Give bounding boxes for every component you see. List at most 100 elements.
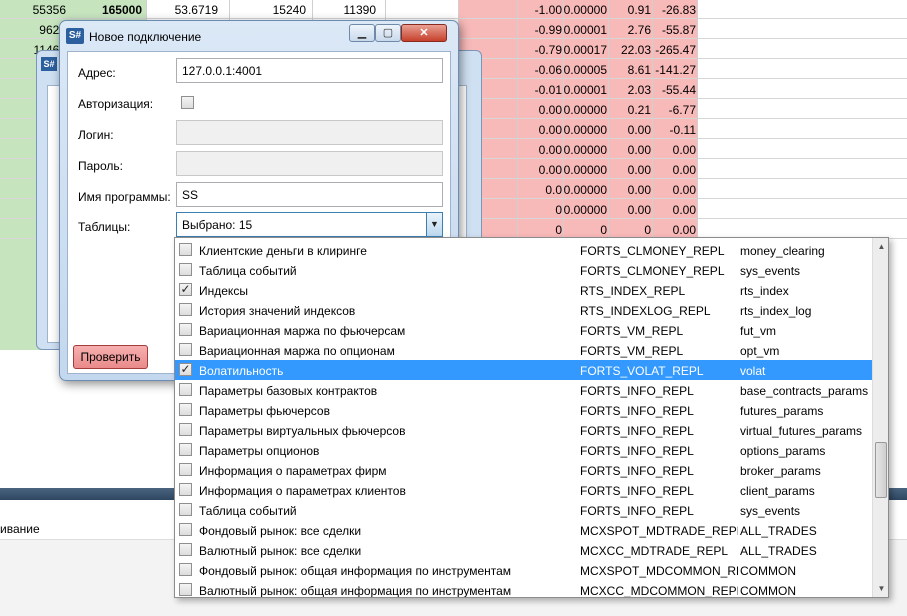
option-checkbox[interactable] bbox=[179, 423, 192, 436]
address-label: Адрес: bbox=[78, 66, 116, 80]
grid-row[interactable]: 55356 165000 53.6719 15240 11390 -1.00 0.00000… bbox=[0, 0, 907, 19]
dialog-titlebar[interactable]: S# Новое подключение ▁ ▢ ✕ bbox=[60, 21, 458, 51]
option-checkbox[interactable] bbox=[179, 243, 192, 256]
grid-cell: -6.77 bbox=[668, 103, 696, 117]
check-button[interactable]: Проверить bbox=[73, 345, 148, 369]
option-name: Информация о параметрах фирм bbox=[199, 464, 387, 478]
password-field[interactable] bbox=[176, 151, 443, 176]
option-table: sys_events bbox=[740, 504, 801, 518]
option-name: Вариационная маржа по опционам bbox=[199, 344, 395, 358]
grid-cell: 0.00000 bbox=[563, 203, 607, 217]
option-stream: MCXCC_MDCOMMON_REPL bbox=[580, 584, 738, 598]
option-checkbox[interactable] bbox=[179, 403, 192, 416]
table-option-row[interactable]: История значений индексов RTS_INDEXLOG_RE… bbox=[175, 300, 872, 320]
minimize-button[interactable]: ▁ bbox=[349, 24, 375, 42]
table-option-row[interactable]: ✓ Волатильность FORTS_VOLAT_REPL volat bbox=[175, 360, 872, 380]
chevron-down-icon[interactable]: ▼ bbox=[426, 213, 442, 236]
table-option-row[interactable]: Валютный рынок: все сделки MCXCC_MDTRADE_… bbox=[175, 540, 872, 560]
table-option-row[interactable]: Таблица событий FORTS_INFO_REPL sys_events bbox=[175, 500, 872, 520]
table-option-row[interactable]: Таблица событий FORTS_CLMONEY_REPL sys_eve… bbox=[175, 260, 872, 280]
grid-cell: 0.00 bbox=[627, 143, 651, 157]
option-stream: FORTS_CLMONEY_REPL bbox=[580, 264, 725, 278]
maximize-button[interactable]: ▢ bbox=[375, 24, 401, 42]
auth-checkbox[interactable] bbox=[181, 96, 194, 109]
option-checkbox[interactable] bbox=[179, 503, 192, 516]
table-option-row[interactable]: Параметры виртуальных фьючерсов FORTS_INF… bbox=[175, 420, 872, 440]
dropdown-scrollbar[interactable]: ▲ ▼ bbox=[872, 238, 888, 597]
table-option-row[interactable]: Валютный рынок: общая информация по инст… bbox=[175, 580, 872, 598]
option-name: Волатильность bbox=[199, 364, 284, 378]
option-checkbox[interactable]: ✓ bbox=[179, 283, 192, 296]
option-checkbox[interactable] bbox=[179, 583, 192, 596]
option-checkbox[interactable] bbox=[179, 443, 192, 456]
grid-cell: 22.03 bbox=[620, 43, 651, 57]
grid-cell: 0.00 bbox=[627, 123, 651, 137]
table-option-row[interactable]: Информация о параметрах клиентов FORTS_IN… bbox=[175, 480, 872, 500]
option-checkbox[interactable] bbox=[179, 563, 192, 576]
grid-cell: -141.27 bbox=[655, 63, 696, 77]
grid-cell: 0.00000 bbox=[563, 143, 607, 157]
table-option-row[interactable]: Параметры базовых контрактов FORTS_INFO_R… bbox=[175, 380, 872, 400]
table-option-row[interactable]: Параметры опционов FORTS_INFO_REPL options… bbox=[175, 440, 872, 460]
grid-cell: 0 bbox=[600, 223, 607, 237]
option-checkbox[interactable] bbox=[179, 383, 192, 396]
table-option-row[interactable]: Информация о параметрах фирм FORTS_INFO_R… bbox=[175, 460, 872, 480]
grid-cell: -0.11 bbox=[669, 123, 696, 137]
option-table: COMMON bbox=[740, 564, 796, 578]
option-name: Клиентские деньги в клиринге bbox=[199, 244, 367, 258]
option-table: volat bbox=[740, 364, 766, 378]
app-name-field[interactable]: SS bbox=[176, 182, 443, 207]
app-name-label: Имя программы: bbox=[78, 190, 171, 204]
table-option-row[interactable]: Фондовый рынок: общая информация по инст… bbox=[175, 560, 872, 580]
login-field[interactable] bbox=[176, 120, 443, 145]
option-stream: MCXSPOT_MDCOMMON_REPL bbox=[580, 564, 738, 578]
tables-combobox-value: Выбрано: 15 bbox=[182, 218, 253, 232]
grid-cell: 55356 bbox=[32, 3, 66, 17]
option-stream: RTS_INDEX_REPL bbox=[580, 284, 686, 298]
grid-cell: 8.61 bbox=[627, 63, 651, 77]
back-window-logo: S# bbox=[41, 57, 57, 71]
grid-cell: 0.00001 bbox=[563, 83, 607, 97]
option-table: rts_index bbox=[740, 284, 789, 298]
grid-cell: 53.6719 bbox=[174, 3, 218, 17]
option-checkbox[interactable] bbox=[179, 303, 192, 316]
app-logo-icon: S# bbox=[66, 28, 84, 44]
table-option-row[interactable]: Фондовый рынок: все сделки MCXSPOT_MDTRAD… bbox=[175, 520, 872, 540]
grid-cell: 0.00 bbox=[538, 123, 562, 137]
grid-cell: 2.76 bbox=[627, 23, 651, 37]
option-checkbox[interactable] bbox=[179, 343, 192, 356]
grid-cell: 0.00 bbox=[672, 183, 696, 197]
option-table: fut_vm bbox=[740, 324, 777, 338]
table-option-row[interactable]: ✓ Индексы RTS_INDEX_REPL rts_index bbox=[175, 280, 872, 300]
option-checkbox[interactable] bbox=[179, 483, 192, 496]
table-option-row[interactable]: Вариационная маржа по фьючерсам FORTS_VM_… bbox=[175, 320, 872, 340]
table-option-row[interactable]: Параметры фьючерсов FORTS_INFO_REPL future… bbox=[175, 400, 872, 420]
login-label: Логин: bbox=[78, 128, 114, 142]
option-checkbox[interactable] bbox=[179, 263, 192, 276]
tables-combobox[interactable]: Выбрано: 15 ▼ bbox=[176, 212, 443, 237]
option-checkbox[interactable] bbox=[179, 523, 192, 536]
grid-cell: 165000 bbox=[101, 3, 142, 17]
option-checkbox[interactable]: ✓ bbox=[179, 363, 192, 376]
option-checkbox[interactable] bbox=[179, 463, 192, 476]
option-name: Информация о параметрах клиентов bbox=[199, 484, 406, 498]
option-stream: FORTS_INFO_REPL bbox=[580, 484, 694, 498]
option-stream: FORTS_INFO_REPL bbox=[580, 404, 694, 418]
address-field[interactable]: 127.0.0.1:4001 bbox=[176, 58, 443, 83]
scroll-thumb[interactable] bbox=[875, 442, 887, 498]
grid-cell: 0.00000 bbox=[563, 163, 607, 177]
close-button[interactable]: ✕ bbox=[401, 24, 447, 42]
option-table: COMMON bbox=[740, 584, 796, 598]
scroll-down-icon[interactable]: ▼ bbox=[873, 580, 888, 597]
grid-cell: -1.00 bbox=[534, 3, 562, 17]
option-checkbox[interactable] bbox=[179, 543, 192, 556]
grid-cell: 0.00 bbox=[672, 203, 696, 217]
tables-label: Таблицы: bbox=[78, 220, 131, 234]
bottom-column-label[interactable]: ивание bbox=[0, 522, 40, 536]
table-option-row[interactable]: Клиентские деньги в клиринге FORTS_CLMONE… bbox=[175, 240, 872, 260]
table-option-row[interactable]: Вариационная маржа по опционам FORTS_VM_R… bbox=[175, 340, 872, 360]
option-checkbox[interactable] bbox=[179, 323, 192, 336]
option-stream: MCXCC_MDTRADE_REPL bbox=[580, 544, 729, 558]
scroll-up-icon[interactable]: ▲ bbox=[873, 238, 888, 255]
grid-cell: 0.00 bbox=[672, 223, 696, 237]
